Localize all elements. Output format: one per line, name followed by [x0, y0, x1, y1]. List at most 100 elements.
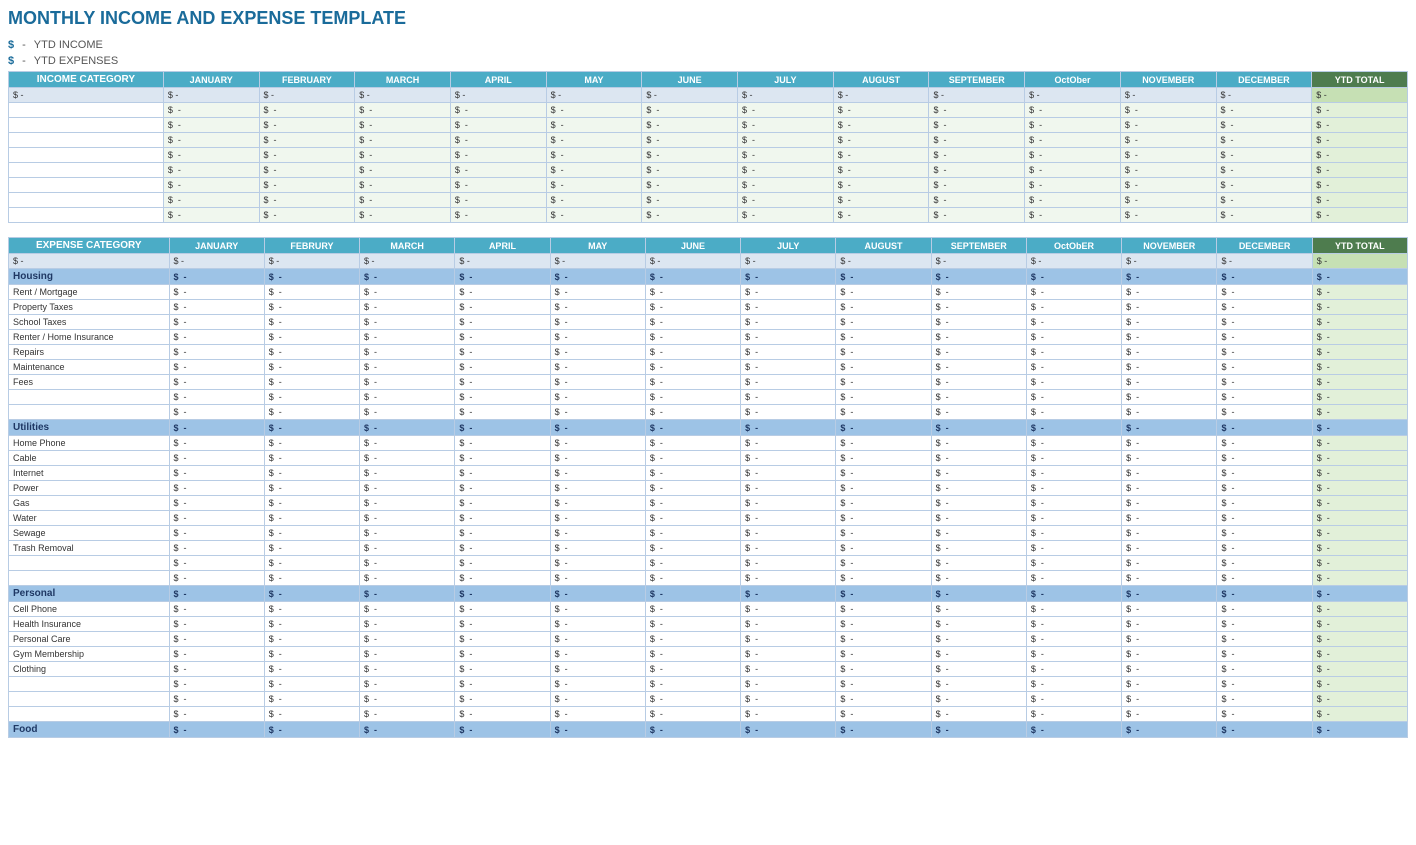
money-cell[interactable]: $ - [455, 571, 550, 586]
money-cell[interactable]: $ - [836, 692, 931, 707]
money-cell[interactable]: $ - [1122, 451, 1217, 466]
money-cell[interactable]: $ - [355, 208, 451, 223]
money-cell[interactable]: $ - [642, 193, 738, 208]
money-cell[interactable]: $ - [1312, 496, 1407, 511]
money-cell[interactable]: $ - [169, 526, 264, 541]
expense-item-label[interactable]: Rent / Mortgage [9, 285, 170, 300]
money-cell[interactable]: $ - [1312, 360, 1407, 375]
income-cat-cell[interactable] [9, 193, 164, 208]
money-cell[interactable]: $ - [741, 496, 836, 511]
money-cell[interactable]: $ - [1312, 420, 1407, 436]
money-cell[interactable]: $ - [360, 360, 455, 375]
expense-item-label[interactable]: Internet [9, 466, 170, 481]
money-cell[interactable]: $ - [360, 707, 455, 722]
money-cell[interactable]: $ - [360, 451, 455, 466]
money-cell[interactable]: $ - [450, 133, 546, 148]
money-cell[interactable]: $ - [1120, 208, 1216, 223]
money-cell[interactable]: $ - [1025, 133, 1121, 148]
expense-item-label[interactable] [9, 571, 170, 586]
money-cell[interactable]: $ - [455, 707, 550, 722]
money-cell[interactable]: $ - [1217, 511, 1312, 526]
money-cell[interactable]: $ - [1026, 360, 1121, 375]
money-cell[interactable]: $ - [1122, 375, 1217, 390]
money-cell[interactable]: $ - [836, 632, 931, 647]
money-cell[interactable]: $ - [1120, 163, 1216, 178]
income-cat-cell[interactable] [9, 178, 164, 193]
money-cell[interactable]: $ - [360, 496, 455, 511]
money-cell[interactable]: $ - [1216, 208, 1312, 223]
money-cell[interactable]: $ - [169, 360, 264, 375]
money-cell[interactable]: $ - [1122, 602, 1217, 617]
money-cell[interactable]: $ - [738, 148, 834, 163]
money-cell[interactable]: $ - [1122, 617, 1217, 632]
money-cell[interactable]: $ - [259, 118, 355, 133]
money-cell[interactable]: $ - [169, 556, 264, 571]
money-cell[interactable]: $ - [931, 662, 1026, 677]
money-cell[interactable]: $ - [1122, 330, 1217, 345]
money-cell[interactable]: $ - [264, 556, 359, 571]
money-cell[interactable]: $ - [1122, 511, 1217, 526]
money-cell[interactable]: $ - [931, 647, 1026, 662]
money-cell[interactable]: $ - [738, 193, 834, 208]
money-cell[interactable]: $ - [550, 662, 645, 677]
money-cell[interactable]: $ - [645, 556, 740, 571]
expense-item-label[interactable]: Clothing [9, 662, 170, 677]
money-cell[interactable]: $ - [931, 420, 1026, 436]
money-cell[interactable]: $ - [931, 269, 1026, 285]
money-cell[interactable]: $ - [550, 436, 645, 451]
money-cell[interactable]: $ - [1217, 692, 1312, 707]
money-cell[interactable]: $ - [264, 496, 359, 511]
money-cell[interactable]: $ - [455, 285, 550, 300]
money-cell[interactable]: $ - [355, 133, 451, 148]
money-cell[interactable]: $ - [741, 526, 836, 541]
money-cell[interactable]: $ - [931, 496, 1026, 511]
money-cell[interactable]: $ - [1312, 148, 1408, 163]
money-cell[interactable]: $ - [741, 647, 836, 662]
money-cell[interactable]: $ - [546, 178, 642, 193]
money-cell[interactable]: $ - [550, 556, 645, 571]
money-cell[interactable]: $ - [929, 148, 1025, 163]
money-cell[interactable]: $ - [1026, 345, 1121, 360]
money-cell[interactable]: $ - [360, 300, 455, 315]
income-cat-cell[interactable] [9, 133, 164, 148]
money-cell[interactable]: $ - [741, 722, 836, 738]
money-cell[interactable]: $ - [931, 722, 1026, 738]
money-cell[interactable]: $ - [450, 178, 546, 193]
money-cell[interactable]: $ - [1026, 526, 1121, 541]
money-cell[interactable]: $ - [550, 375, 645, 390]
money-cell[interactable]: $ - [836, 617, 931, 632]
money-cell[interactable]: $ - [360, 405, 455, 420]
money-cell[interactable]: $ - [931, 602, 1026, 617]
money-cell[interactable]: $ - [1312, 178, 1408, 193]
money-cell[interactable]: $ - [741, 617, 836, 632]
money-cell[interactable]: $ - [163, 193, 259, 208]
money-cell[interactable]: $ - [741, 390, 836, 405]
money-cell[interactable]: $ - [741, 571, 836, 586]
money-cell[interactable]: $ - [355, 193, 451, 208]
money-cell[interactable]: $ - [264, 617, 359, 632]
money-cell[interactable]: $ - [645, 662, 740, 677]
money-cell[interactable]: $ - [1217, 647, 1312, 662]
money-cell[interactable]: $ - [836, 556, 931, 571]
money-cell[interactable]: $ - [931, 617, 1026, 632]
money-cell[interactable]: $ - [360, 602, 455, 617]
money-cell[interactable]: $ - [931, 330, 1026, 345]
money-cell[interactable]: $ - [1026, 541, 1121, 556]
expense-item-label[interactable] [9, 677, 170, 692]
money-cell[interactable]: $ - [550, 526, 645, 541]
money-cell[interactable]: $ - [836, 436, 931, 451]
money-cell[interactable]: $ - [645, 345, 740, 360]
money-cell[interactable]: $ - [642, 148, 738, 163]
money-cell[interactable]: $ - [1312, 632, 1407, 647]
money-cell[interactable]: $ - [355, 178, 451, 193]
money-cell[interactable]: $ - [931, 451, 1026, 466]
money-cell[interactable]: $ - [1122, 466, 1217, 481]
money-cell[interactable]: $ - [264, 541, 359, 556]
money-cell[interactable]: $ - [741, 632, 836, 647]
money-cell[interactable]: $ - [455, 345, 550, 360]
money-cell[interactable]: $ - [360, 285, 455, 300]
money-cell[interactable]: $ - [163, 118, 259, 133]
money-cell[interactable]: $ - [1026, 481, 1121, 496]
money-cell[interactable]: $ - [163, 208, 259, 223]
money-cell[interactable]: $ - [550, 496, 645, 511]
